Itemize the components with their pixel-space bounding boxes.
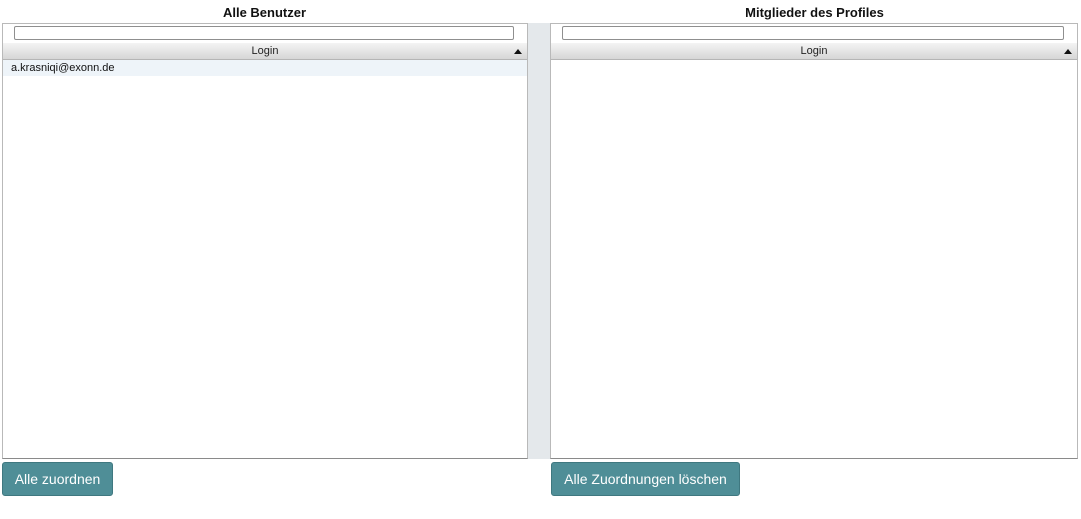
all-users-grid: Login a.krasniqi@exonn.de: [2, 23, 528, 459]
right-login-filter-input[interactable]: [562, 26, 1064, 40]
assign-all-button[interactable]: Alle zuordnen: [2, 462, 113, 496]
right-login-column-header[interactable]: Login: [551, 43, 1077, 60]
panel-divider: [528, 23, 550, 459]
profile-members-grid: Login: [550, 23, 1078, 459]
left-login-column-header[interactable]: Login: [3, 43, 527, 60]
sort-ascending-icon: [1064, 49, 1072, 54]
left-login-filter-input[interactable]: [14, 26, 514, 40]
left-login-column-label: Login: [251, 45, 279, 57]
table-row[interactable]: a.krasniqi@exonn.de: [3, 60, 527, 76]
right-panel-title: Mitglieder des Profiles: [745, 5, 884, 20]
left-panel-title: Alle Benutzer: [222, 5, 307, 20]
left-rows: a.krasniqi@exonn.de: [3, 60, 527, 458]
user-profile-assignment: Alle Benutzer Login a.krasniqi@exonn.de …: [0, 0, 1081, 519]
delete-all-assignments-button[interactable]: Alle Zuordnungen löschen: [551, 462, 740, 496]
right-login-column-label: Login: [800, 45, 828, 57]
sort-ascending-icon: [514, 49, 522, 54]
left-filter-row: [3, 24, 527, 43]
right-rows: [551, 60, 1077, 458]
right-filter-row: [551, 24, 1077, 43]
